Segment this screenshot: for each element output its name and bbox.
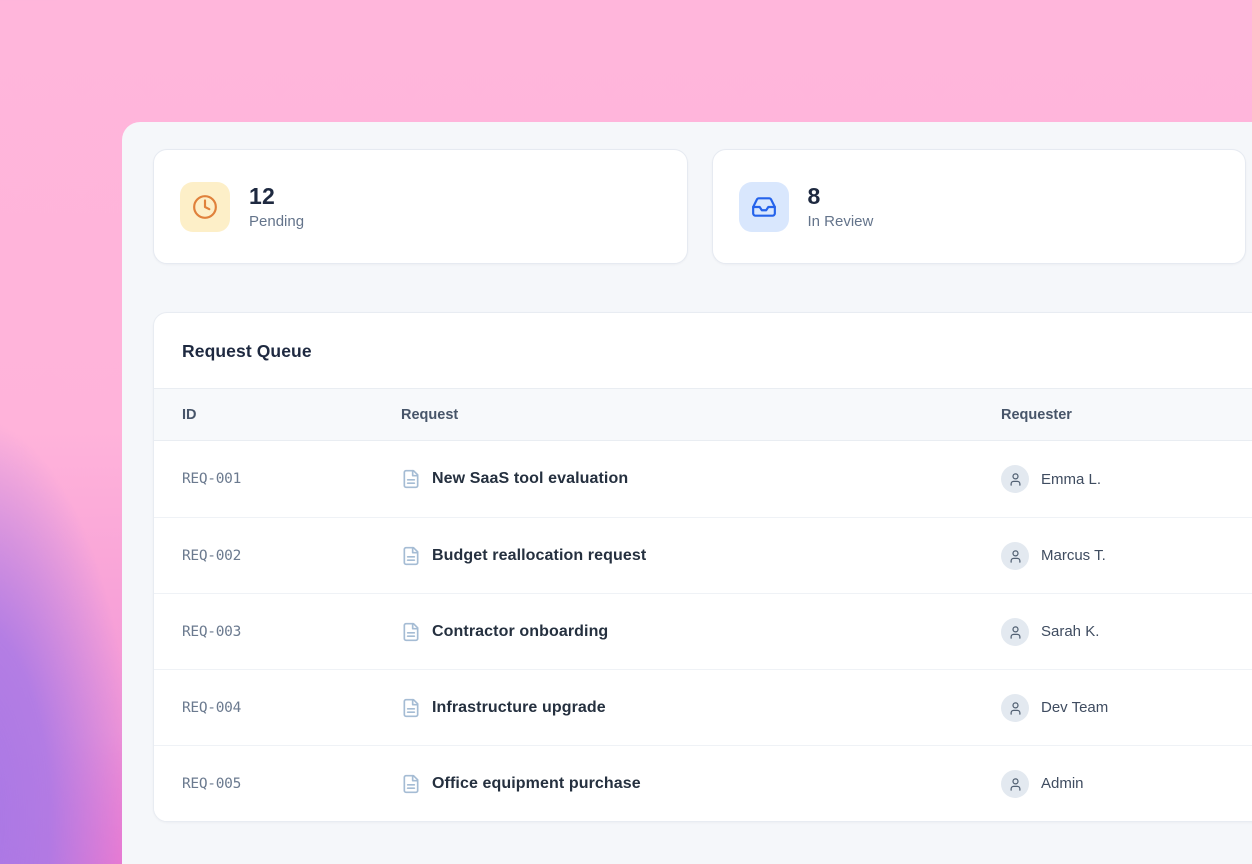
request-id: REQ-003	[182, 624, 401, 640]
in-review-label: In Review	[808, 213, 874, 230]
user-avatar-icon	[1001, 465, 1029, 493]
file-text-icon	[401, 774, 421, 794]
request-title: Contractor onboarding	[432, 623, 608, 641]
request-queue-card: Request Queue ID Request Requester REQ-0…	[153, 312, 1252, 822]
request-id: REQ-001	[182, 471, 401, 487]
request-title: Budget reallocation request	[432, 547, 646, 565]
file-text-icon	[401, 622, 421, 642]
stat-card-in-review: 8 In Review	[712, 149, 1247, 264]
request-id: REQ-002	[182, 548, 401, 564]
table-row[interactable]: REQ-005 Office equipment purchase Admin	[154, 745, 1252, 821]
table-row[interactable]: REQ-001 New SaaS tool evaluation Emma L.	[154, 441, 1252, 517]
clock-icon	[180, 182, 230, 232]
user-avatar-icon	[1001, 542, 1029, 570]
user-avatar-icon	[1001, 770, 1029, 798]
inbox-icon	[739, 182, 789, 232]
pending-count: 12	[249, 183, 304, 209]
requester-name: Marcus T.	[1041, 547, 1106, 564]
requester-name: Admin	[1041, 775, 1084, 792]
in-review-count: 8	[808, 183, 874, 209]
table-row[interactable]: REQ-003 Contractor onboarding Sarah K.	[154, 593, 1252, 669]
table-body: REQ-001 New SaaS tool evaluation Emma L.	[154, 441, 1252, 821]
pending-label: Pending	[249, 213, 304, 230]
file-text-icon	[401, 698, 421, 718]
request-id: REQ-004	[182, 700, 401, 716]
request-title: New SaaS tool evaluation	[432, 470, 628, 488]
request-title: Office equipment purchase	[432, 775, 641, 793]
column-header-requester: Requester	[1001, 407, 1252, 423]
stats-row: 12 Pending 8 In Review	[153, 149, 1246, 264]
request-title: Infrastructure upgrade	[432, 699, 606, 717]
stat-card-pending: 12 Pending	[153, 149, 688, 264]
table-row[interactable]: REQ-004 Infrastructure upgrade Dev Team	[154, 669, 1252, 745]
user-avatar-icon	[1001, 618, 1029, 646]
column-header-id: ID	[182, 407, 401, 423]
user-avatar-icon	[1001, 694, 1029, 722]
content-panel: 12 Pending 8 In Review Request Queue ID …	[122, 122, 1252, 864]
requester-name: Dev Team	[1041, 699, 1108, 716]
column-header-request: Request	[401, 407, 1001, 423]
requester-name: Sarah K.	[1041, 623, 1099, 640]
file-text-icon	[401, 546, 421, 566]
request-id: REQ-005	[182, 776, 401, 792]
table-row[interactable]: REQ-002 Budget reallocation request Marc…	[154, 517, 1252, 593]
requester-name: Emma L.	[1041, 471, 1101, 488]
table-title: Request Queue	[182, 341, 1252, 362]
file-text-icon	[401, 469, 421, 489]
table-header-row: ID Request Requester	[154, 388, 1252, 441]
